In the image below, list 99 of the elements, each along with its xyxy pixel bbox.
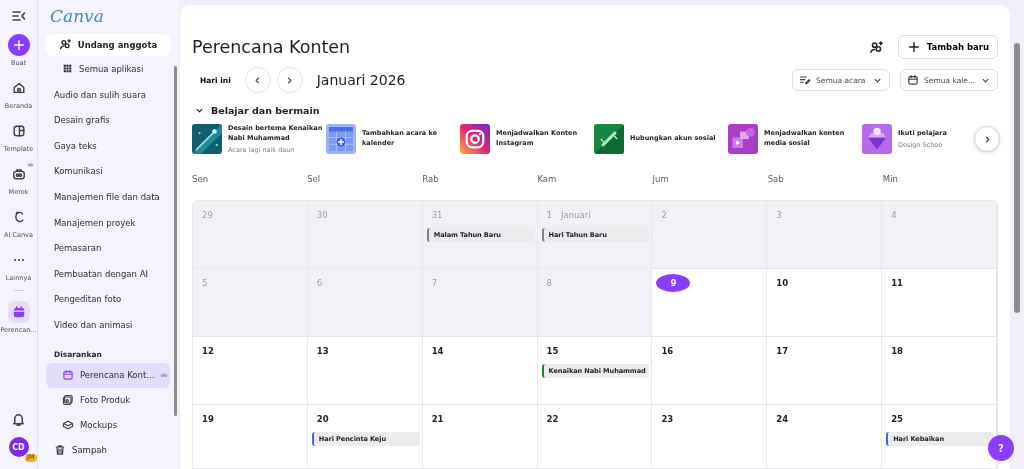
day-cell[interactable]: 24 xyxy=(767,404,883,468)
people-icon xyxy=(868,39,884,55)
brand-icon xyxy=(11,167,26,181)
template-icon xyxy=(11,124,26,138)
day-number: 15 xyxy=(546,345,559,356)
day-cell[interactable]: 11 xyxy=(882,268,997,337)
plus-icon xyxy=(11,38,26,52)
day-cell[interactable]: 9 xyxy=(652,268,768,337)
collapse-sidebar-button[interactable] xyxy=(10,8,27,24)
day-number: 16 xyxy=(661,345,674,356)
day-cell[interactable]: 19 xyxy=(193,404,308,468)
day-number: 29 xyxy=(202,209,213,220)
month-label: Januari xyxy=(561,209,591,220)
sidebar-item[interactable]: Sampah xyxy=(46,437,162,464)
sidebar-item[interactable]: Manajemen proyek xyxy=(46,209,162,236)
share-button[interactable] xyxy=(868,39,884,55)
calendar-icon xyxy=(11,305,26,319)
weekday-label: Min xyxy=(882,174,898,184)
home-icon xyxy=(11,81,26,95)
day-number: 21 xyxy=(431,413,444,424)
day-cell[interactable]: 18 xyxy=(882,336,997,405)
day-number: 18 xyxy=(891,345,903,356)
day-number: 31 xyxy=(431,209,443,220)
weekday-label: Kam xyxy=(537,174,557,184)
scrollbar[interactable] xyxy=(1014,43,1020,313)
day-number: 23 xyxy=(661,413,674,424)
invite-button[interactable]: Undang anggota xyxy=(46,34,170,56)
day-number: 30 xyxy=(316,209,328,220)
mockup-icon xyxy=(62,419,74,431)
sidebar-item[interactable]: Video dan animasi xyxy=(46,312,162,338)
day-number: 10 xyxy=(776,277,789,288)
day-cell[interactable]: 16 xyxy=(652,336,768,405)
day-cell[interactable]: 21 xyxy=(422,404,538,468)
day-number: 22 xyxy=(546,413,559,424)
day-number: 1 xyxy=(546,209,552,220)
sidebar-item[interactable]: Semua aplikasi xyxy=(46,55,162,82)
day-number: 2 xyxy=(661,209,667,220)
sidebar-item[interactable]: Komunikasi xyxy=(46,158,162,185)
month-title: Januari 2026 xyxy=(316,72,407,88)
day-number: 11 xyxy=(891,277,903,288)
bell-icon xyxy=(11,412,26,427)
weekday-label: Sel xyxy=(307,174,321,184)
day-number: 19 xyxy=(202,413,214,424)
day-number: 4 xyxy=(891,209,897,220)
sidebar-item[interactable]: Mockups xyxy=(46,412,170,438)
day-number: 5 xyxy=(202,277,208,288)
day-number: 17 xyxy=(776,345,789,356)
section-toggle[interactable]: Belajar dan bermain xyxy=(192,105,320,116)
day-number: 3 xyxy=(776,209,782,220)
day-cell[interactable]: 14 xyxy=(422,336,538,405)
list-edit-icon xyxy=(799,74,811,86)
next-button[interactable] xyxy=(974,126,1000,152)
previous-button[interactable] xyxy=(244,67,271,93)
day-cell[interactable]: 23 xyxy=(652,404,768,468)
next-button[interactable] xyxy=(276,67,303,93)
day-number: 24 xyxy=(776,413,789,424)
avatar[interactable]: CD xyxy=(8,437,29,457)
calendar-icon xyxy=(907,74,919,86)
scrollbar[interactable] xyxy=(174,66,177,416)
weekday-label: Jum xyxy=(652,174,669,184)
sidebar-item[interactable]: Desain grafis xyxy=(46,107,162,134)
day-cell[interactable]: 12 xyxy=(193,336,308,405)
plus-icon xyxy=(906,40,921,54)
day-number: 7 xyxy=(431,277,438,288)
day-number: 20 xyxy=(316,413,329,424)
crown-icon xyxy=(160,371,169,380)
help-button[interactable]: ? xyxy=(988,435,1014,461)
calendar-icon xyxy=(62,369,74,382)
people-icon xyxy=(58,38,72,52)
grid-icon xyxy=(62,63,73,75)
sidebar-item[interactable]: Pengeditan foto xyxy=(46,286,162,312)
notifications-button[interactable] xyxy=(11,412,26,427)
day-cell[interactable]: 13 xyxy=(307,336,423,405)
sidebar-item[interactable]: Gaya teks xyxy=(46,133,162,159)
sidebar-item[interactable]: Manajemen file dan data xyxy=(46,184,162,210)
sidebar-item[interactable]: Perencana Kont... xyxy=(46,362,170,388)
day-number: 9 xyxy=(656,273,691,292)
sidebar-item[interactable]: Audio dan sulih suara xyxy=(46,81,162,108)
day-number: 14 xyxy=(431,345,444,356)
page-title: Perencana Konten xyxy=(192,37,352,57)
weekday-label: Rab xyxy=(422,174,439,184)
weekday-label: Sab xyxy=(767,174,784,184)
day-number: 25 xyxy=(891,413,903,424)
sidebar-item[interactable]: Pembuatan dengan AI xyxy=(46,260,162,287)
sidebar-item[interactable]: Pemasaran xyxy=(46,235,162,261)
weekday-label: Sen xyxy=(192,174,208,184)
trash-icon xyxy=(54,444,66,457)
add-new-button[interactable]: Tambah baru xyxy=(897,35,998,59)
day-number: 13 xyxy=(316,345,329,356)
day-cell[interactable]: 10 xyxy=(767,268,883,337)
crown-icon xyxy=(26,161,34,168)
photo-icon xyxy=(62,394,74,406)
day-cell[interactable]: 17 xyxy=(767,336,883,405)
day-number: 12 xyxy=(202,345,214,356)
sidebar-item[interactable]: Foto Produk xyxy=(46,387,170,413)
day-number: 8 xyxy=(546,277,552,288)
menu-icon xyxy=(10,8,27,24)
day-number: 6 xyxy=(316,277,323,288)
day-cell[interactable]: 22 xyxy=(537,404,653,468)
